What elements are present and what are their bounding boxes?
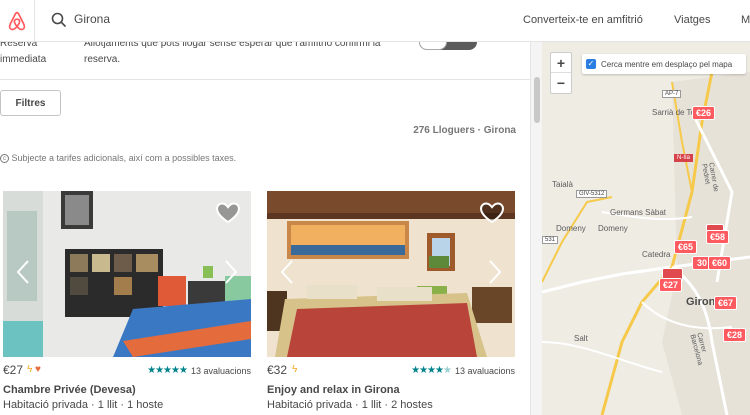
rating-stars: ★★★★★ 13 avaluacions bbox=[147, 365, 251, 376]
listing-card[interactable]: €32 ϟ ★★★★★ 13 avaluacions Enjoy and rel… bbox=[267, 191, 515, 411]
map-price-pin[interactable]: €65 bbox=[674, 240, 698, 254]
airbnb-logo[interactable] bbox=[0, 0, 35, 42]
map-price-pin[interactable]: €28 bbox=[723, 328, 747, 342]
chevron-left-icon[interactable] bbox=[15, 259, 31, 285]
map-place-label: Sarrià de Ter bbox=[652, 108, 698, 117]
listing-subtitle: Habitació privada · 1 llit · 2 hostes bbox=[267, 399, 433, 411]
search-input[interactable]: Girona bbox=[74, 12, 110, 26]
review-count: 13 avaluacions bbox=[454, 365, 515, 376]
search-icon bbox=[51, 12, 67, 28]
road-shield: 531 bbox=[542, 236, 559, 244]
airbnb-logo-icon bbox=[8, 11, 26, 31]
map-place-label: Salt bbox=[574, 334, 588, 343]
road-shield: AP-7 bbox=[662, 90, 682, 98]
filters-button[interactable]: Filtres bbox=[0, 90, 61, 116]
scrollbar-thumb[interactable] bbox=[534, 77, 540, 123]
chevron-left-icon[interactable] bbox=[279, 259, 295, 285]
listing-price: €27 bbox=[3, 363, 24, 377]
road-shield: N-IIa bbox=[674, 154, 694, 162]
listing-photo[interactable] bbox=[267, 191, 515, 357]
star-icon: ★★★★★ bbox=[411, 365, 452, 376]
results-count: 276 Lloguers · Girona bbox=[413, 125, 516, 136]
listing-card[interactable]: €27 ϟ ♥ ★★★★★ 13 avaluacions Chambre Pri… bbox=[3, 191, 251, 411]
fees-notice: c Subjecte a tarifes adicionals, així co… bbox=[0, 153, 237, 164]
instant-book-badge-icon: ϟ bbox=[27, 364, 33, 375]
search-on-move-checkbox[interactable]: ✓ Cerca mentre em desplaço pel mapa bbox=[582, 54, 746, 74]
chevron-right-icon[interactable] bbox=[487, 259, 503, 285]
map-price-pin[interactable]: €27 bbox=[659, 278, 683, 292]
instant-book-label: Reserva immediata bbox=[0, 42, 47, 68]
map-price-pin[interactable]: €67 bbox=[714, 296, 738, 310]
chevron-right-icon[interactable] bbox=[223, 259, 239, 285]
checkbox-checked-icon: ✓ bbox=[586, 59, 596, 69]
instant-book-label-line1: Reserva bbox=[0, 42, 38, 49]
superhost-badge-icon: ♥ bbox=[35, 364, 41, 375]
listing-photo-image bbox=[3, 191, 251, 357]
review-count: 13 avaluacions bbox=[190, 365, 251, 376]
listing-title[interactable]: Enjoy and relax in Girona bbox=[267, 384, 515, 396]
search-on-move-label: Cerca mentre em desplaço pel mapa bbox=[601, 59, 733, 69]
zoom-in-button[interactable]: + bbox=[551, 53, 571, 73]
copyright-icon: c bbox=[0, 154, 9, 164]
map-price-pin[interactable]: €60 bbox=[708, 256, 732, 270]
listings-panel: Reserva immediata Allotjaments que pots … bbox=[0, 42, 530, 415]
map-place-label: Catedra bbox=[642, 250, 671, 259]
toggle-knob bbox=[419, 42, 447, 50]
listing-title[interactable]: Chambre Privée (Devesa) bbox=[3, 384, 251, 396]
instant-book-label-line2: immediata bbox=[0, 54, 47, 65]
price-row: €32 ϟ ★★★★★ 13 avaluacions bbox=[267, 361, 515, 383]
price-row: €27 ϟ ♥ ★★★★★ 13 avaluacions bbox=[3, 361, 251, 383]
map-place-label-city: Giron bbox=[686, 296, 716, 308]
listing-photo-image bbox=[267, 191, 515, 357]
zoom-controls: + − bbox=[550, 52, 572, 94]
road-shield: GIV-5312 bbox=[576, 190, 608, 198]
nav-messages[interactable]: M bbox=[741, 14, 750, 26]
top-header: Girona Converteix-te en amfitrió Viatges… bbox=[0, 0, 750, 42]
map-place-label: Germans Sàbat bbox=[610, 208, 667, 217]
instant-book-badge-icon: ϟ bbox=[292, 364, 298, 375]
heart-icon[interactable] bbox=[479, 201, 505, 225]
map-place-label: Domeny bbox=[598, 224, 628, 233]
listings-scrollbar[interactable] bbox=[530, 42, 542, 415]
listing-subtitle: Habitació privada · 1 llit · 1 hoste bbox=[3, 399, 164, 411]
zoom-out-button[interactable]: − bbox=[551, 73, 571, 93]
rating-stars: ★★★★★ 13 avaluacions bbox=[411, 365, 515, 376]
listing-price: €32 bbox=[267, 363, 288, 377]
map-place-label: Taialà bbox=[552, 180, 573, 189]
map-price-pin[interactable]: €26 bbox=[692, 106, 716, 120]
instant-book-description: Allotjaments que pots llogar sense esper… bbox=[84, 42, 381, 65]
instant-book-filter: Reserva immediata Allotjaments que pots … bbox=[0, 42, 530, 80]
nav-become-host[interactable]: Converteix-te en amfitrió bbox=[523, 14, 643, 26]
map-price-pin[interactable]: €58 bbox=[706, 230, 730, 244]
star-icon: ★★★★★ bbox=[147, 365, 188, 376]
map-panel[interactable]: + − ✓ Cerca mentre em desplaço pel mapa … bbox=[542, 42, 750, 415]
nav-trips[interactable]: Viatges bbox=[674, 14, 711, 26]
heart-icon[interactable] bbox=[215, 201, 241, 225]
fees-notice-text: Subjecte a tarifes adicionals, així com … bbox=[11, 153, 237, 163]
listing-photo[interactable] bbox=[3, 191, 251, 357]
map-place-label: Domeny bbox=[556, 224, 586, 233]
